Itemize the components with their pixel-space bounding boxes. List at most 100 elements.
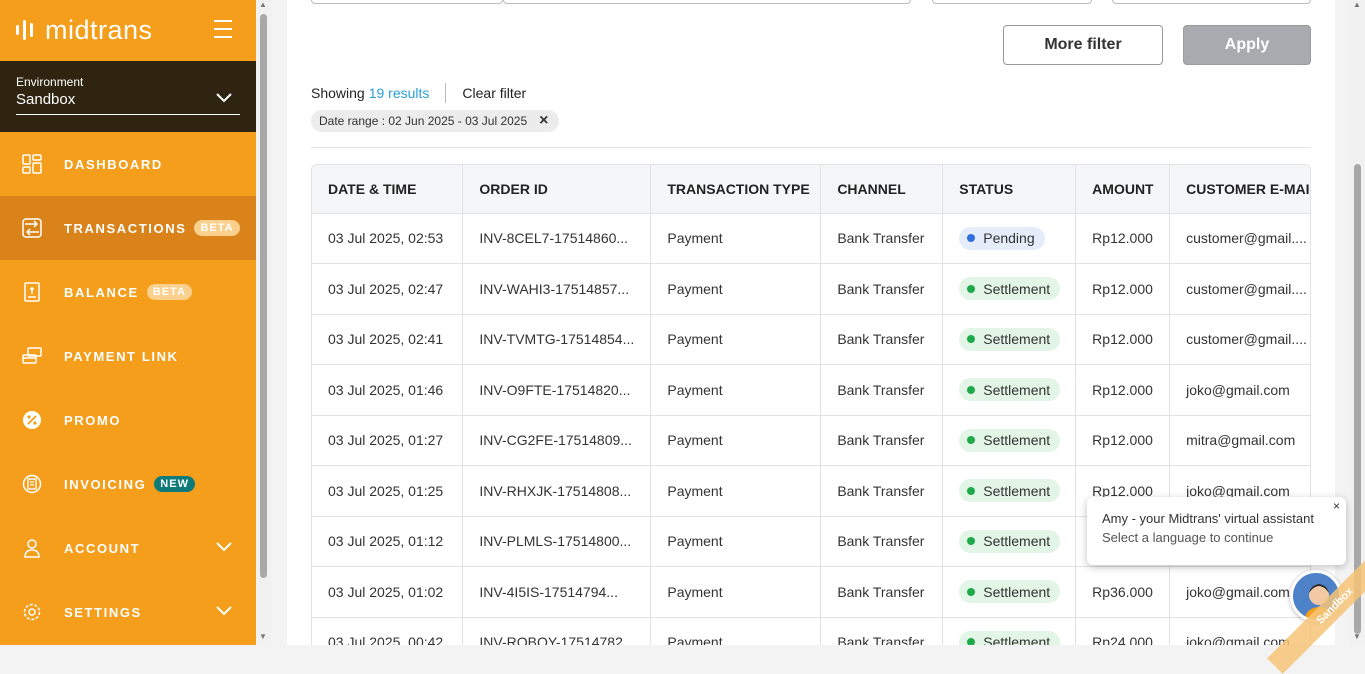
cell-amount: Rp12.000 xyxy=(1075,364,1171,416)
status-dot-icon xyxy=(967,486,976,495)
clear-filter-link[interactable]: Clear filter xyxy=(462,85,526,101)
cell-order-id[interactable]: INV-4I5IS-17514794... xyxy=(462,566,652,618)
logo-text: midtrans xyxy=(45,14,153,45)
hamburger-menu-icon[interactable] xyxy=(214,20,232,44)
cell-amount: Rp36.000 xyxy=(1075,566,1171,618)
sidebar-item-invoicing[interactable]: INVOICING NEW xyxy=(0,452,256,516)
cell-datetime: 03 Jul 2025, 01:46 xyxy=(312,364,464,416)
status-badge: Settlement xyxy=(959,428,1061,452)
more-filter-button[interactable]: More filter xyxy=(1003,25,1163,65)
cell-order-id[interactable]: INV-CG2FE-17514809... xyxy=(462,415,652,466)
chevron-down-icon xyxy=(216,606,232,616)
cell-datetime: 03 Jul 2025, 00:42 xyxy=(312,617,464,645)
table-row[interactable]: 03 Jul 2025, 02:47 INV-WAHI3-17514857... P… xyxy=(312,263,1310,315)
cell-datetime: 03 Jul 2025, 02:47 xyxy=(312,263,464,315)
cell-order-id[interactable]: INV-TVMTG-17514854... xyxy=(462,314,652,365)
status-text: Pending xyxy=(983,230,1035,247)
sidebar-item-label: DASHBOARD xyxy=(64,156,163,172)
table-row[interactable]: 03 Jul 2025, 01:46 INV-O9FTE-17514820... P… xyxy=(312,364,1310,416)
cell-order-id[interactable]: INV-ROBOY-17514782... xyxy=(462,617,652,645)
column-header: DATE & TIME xyxy=(312,165,464,214)
close-icon[interactable]: × xyxy=(539,112,548,130)
table-header-row: DATE & TIME ORDER ID TRANSACTION TYPE CHANN… xyxy=(312,165,1310,214)
scroll-down-icon[interactable]: ▼ xyxy=(1353,632,1361,641)
cell-type: Payment xyxy=(650,465,822,517)
status-badge: Settlement xyxy=(959,277,1061,301)
filter-field-date-start[interactable] xyxy=(932,0,1092,4)
sidebar-item-balance[interactable]: BALANCE BETA xyxy=(0,260,256,324)
cell-channel: Bank Transfer xyxy=(820,314,944,365)
results-summary: Showing 19 results Clear filter xyxy=(311,83,526,103)
cell-channel: Bank Transfer xyxy=(820,213,944,264)
status-badge: Settlement xyxy=(959,630,1061,645)
sidebar-scrollbar[interactable]: ▲ ▼ xyxy=(256,0,271,645)
status-badge: Settlement xyxy=(959,378,1061,402)
sidebar-item-settings[interactable]: SETTINGS xyxy=(0,580,256,644)
chat-title: Amy - your Midtrans' virtual assistant xyxy=(1102,511,1314,526)
sidebar-item-dashboard[interactable]: DASHBOARD xyxy=(0,132,256,196)
page-scrollbar[interactable]: ▲ ▼ xyxy=(1350,0,1365,645)
apply-button[interactable]: Apply xyxy=(1183,25,1311,65)
sidebar-item-label: ACCOUNT xyxy=(64,540,141,556)
cell-order-id[interactable]: INV-WAHI3-17514857... xyxy=(462,263,652,315)
cell-type: Payment xyxy=(650,314,822,365)
filter-field-type[interactable] xyxy=(311,0,503,4)
transactions-table: DATE & TIME ORDER ID TRANSACTION TYPE CHANN… xyxy=(311,164,1311,645)
scroll-up-icon[interactable]: ▲ xyxy=(1353,0,1361,9)
status-badge: Settlement xyxy=(959,580,1061,604)
cell-amount: Rp12.000 xyxy=(1075,263,1171,315)
table-row[interactable]: 03 Jul 2025, 02:53 INV-8CEL7-17514860... P… xyxy=(312,213,1310,264)
cell-email: joko@gmail.com xyxy=(1169,364,1310,416)
cell-order-id[interactable]: INV-O9FTE-17514820... xyxy=(462,364,652,416)
status-text: Settlement xyxy=(983,280,1051,297)
status-text: Settlement xyxy=(983,634,1051,645)
cell-status: Settlement xyxy=(942,263,1077,315)
cell-order-id[interactable]: INV-PLMLS-17514800... xyxy=(462,516,652,567)
cell-type: Payment xyxy=(650,364,822,416)
close-icon[interactable]: × xyxy=(1333,499,1340,513)
table-row[interactable]: 03 Jul 2025, 02:41 INV-TVMTG-17514854... P… xyxy=(312,314,1310,365)
cell-datetime: 03 Jul 2025, 02:41 xyxy=(312,314,464,365)
environment-selector[interactable]: Environment Sandbox xyxy=(0,61,256,132)
scroll-down-icon[interactable]: ▼ xyxy=(259,632,267,641)
cell-channel: Bank Transfer xyxy=(820,516,944,567)
column-header: AMOUNT xyxy=(1075,165,1171,214)
cell-datetime: 03 Jul 2025, 01:27 xyxy=(312,415,464,466)
cell-datetime: 03 Jul 2025, 01:25 xyxy=(312,465,464,517)
sidebar-item-payment-link[interactable]: PAYMENT LINK xyxy=(0,324,256,388)
environment-value[interactable]: Sandbox xyxy=(16,91,240,115)
cell-email: mitra@gmail.com xyxy=(1169,415,1310,466)
sidebar-scrollbar-thumb[interactable] xyxy=(260,14,267,578)
status-dot-icon xyxy=(967,335,976,344)
table-row[interactable]: 03 Jul 2025, 01:02 INV-4I5IS-17514794... P… xyxy=(312,566,1310,618)
table-row[interactable]: 03 Jul 2025, 01:27 INV-CG2FE-17514809... P… xyxy=(312,415,1310,466)
cell-channel: Bank Transfer xyxy=(820,415,944,466)
sidebar-item-promo[interactable]: PROMO xyxy=(0,388,256,452)
status-badge: Settlement xyxy=(959,327,1061,351)
column-header: ORDER ID xyxy=(462,165,652,214)
cell-order-id[interactable]: INV-RHXJK-17514808... xyxy=(462,465,652,517)
sidebar-item-account[interactable]: ACCOUNT xyxy=(0,516,256,580)
status-badge: Settlement xyxy=(959,479,1061,503)
cell-channel: Bank Transfer xyxy=(820,263,944,315)
cell-channel: Bank Transfer xyxy=(820,465,944,517)
chat-subtitle: Select a language to continue xyxy=(1102,530,1274,545)
page-scrollbar-thumb[interactable] xyxy=(1354,164,1361,634)
status-dot-icon xyxy=(967,537,976,546)
filter-field-search[interactable] xyxy=(503,0,911,4)
cell-order-id[interactable]: INV-8CEL7-17514860... xyxy=(462,213,652,264)
beta-badge: BETA xyxy=(146,284,192,300)
divider xyxy=(445,83,447,103)
cell-type: Payment xyxy=(650,263,822,315)
filter-field-date-end[interactable] xyxy=(1112,0,1311,4)
column-header: STATUS xyxy=(942,165,1077,214)
cell-status: Pending xyxy=(942,213,1077,264)
sidebar-item-transactions[interactable]: TRANSACTIONS BETA xyxy=(0,196,256,260)
table-row[interactable]: 03 Jul 2025, 00:42 INV-ROBOY-17514782... P… xyxy=(312,617,1310,645)
cell-status: Settlement xyxy=(942,465,1077,517)
virtual-assistant-popup[interactable]: × Amy - your Midtrans' virtual assistant… xyxy=(1087,497,1346,565)
column-header: CHANNEL xyxy=(820,165,944,214)
scroll-up-icon[interactable]: ▲ xyxy=(259,0,267,9)
settings-icon xyxy=(22,602,42,622)
cell-status: Settlement xyxy=(942,516,1077,567)
